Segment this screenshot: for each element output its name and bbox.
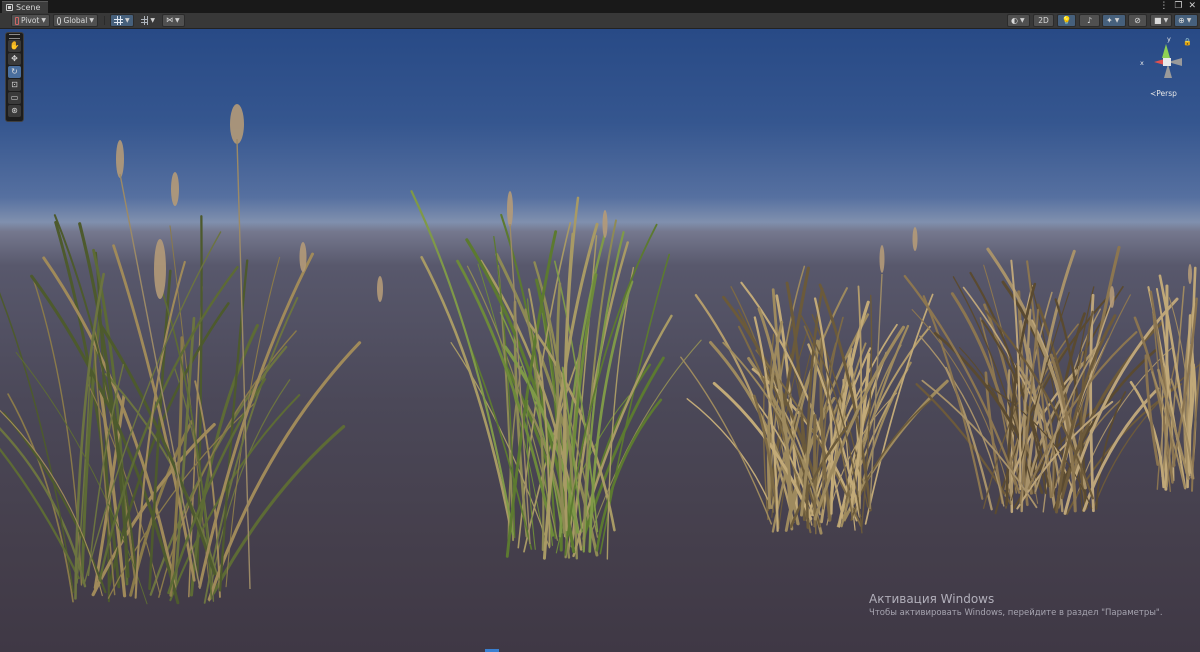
chevron-down-icon: ▼ [89,17,94,24]
window-actions: ⋮ ❐ ✕ [1159,1,1196,12]
move-tool-icon[interactable]: ✥ [8,53,21,65]
chevron-down-icon: ▼ [41,17,46,24]
rect-tool-icon[interactable]: ▭ [8,92,21,104]
close-icon[interactable]: ✕ [1188,1,1196,12]
increment-snap-icon: ⋈ [166,16,173,24]
chevron-down-icon: ▼ [1186,17,1192,24]
chevron-down-icon: ▼ [175,17,180,24]
lock-icon[interactable]: 🔒 [1183,38,1192,46]
scene-icon [6,4,13,11]
scene-toolbar: Pivot ▼ Global ▼ ▼ ▼ ⋈ ▼ ◐ ▼ 2D 💡 ♪ ✦ ▼ … [0,13,1200,29]
eye-slash-icon: ⊘ [1134,16,1141,25]
hand-tool-icon[interactable]: ✋ [8,40,21,52]
chevron-down-icon: ▼ [1114,17,1120,24]
rotate-tool-icon[interactable]: ↻ [8,66,21,78]
hidden-objects-toggle[interactable]: ⊘ [1128,14,1147,27]
gizmos-dropdown[interactable]: ⊕ ▼ [1174,14,1198,27]
draw-mode-dropdown[interactable]: ◐ ▼ [1007,14,1030,27]
global-dropdown[interactable]: Global ▼ [53,14,98,27]
transform-tool-icon[interactable]: ⊛ [8,105,21,117]
grid-visibility-button[interactable]: ▼ [110,14,134,27]
global-label: Global [63,16,88,25]
projection-toggle[interactable]: ≺Persp [1150,89,1177,98]
tab-bar: Scene ⋮ ❐ ✕ [0,0,1200,13]
y-axis-label: y [1167,35,1171,43]
activation-watermark-title: Активация Windows [869,592,995,606]
scale-tool-icon[interactable]: ⊡ [8,79,21,91]
tab-scene[interactable]: Scene [2,1,49,13]
lightbulb-icon: 💡 [1061,16,1072,25]
more-options-icon[interactable]: ⋮ [1159,1,1168,12]
scene-viewport[interactable]: ✋ ✥ ↻ ⊡ ▭ ⊛ y x 🔒 ≺Persp Активация Windo… [0,29,1200,652]
pivot-dropdown[interactable]: Pivot ▼ [11,14,50,27]
gizmos-icon: ⊕ [1178,16,1185,25]
2d-label: 2D [1038,16,1049,25]
toolbar-divider [104,16,105,25]
chevron-down-icon: ▼ [125,17,130,24]
x-axis-label: x [1140,59,1144,67]
effects-icon: ✦ [1106,16,1113,25]
pivot-label: Pivot [20,16,40,25]
camera-dropdown[interactable]: ■ ▼ [1150,14,1172,27]
snap-grid-icon [141,16,149,25]
grid-snapping-button[interactable]: ▼ [137,14,159,27]
pivot-icon [15,16,19,25]
audio-icon: ♪ [1086,16,1093,25]
2d-toggle[interactable]: 2D [1033,14,1054,27]
grid-icon [114,16,123,25]
maximize-icon[interactable]: ❐ [1174,1,1182,12]
shading-mode-icon: ◐ [1011,16,1018,25]
camera-icon: ■ [1154,16,1162,25]
chevron-down-icon: ▼ [150,17,155,24]
activation-watermark-subtitle: Чтобы активировать Windows, перейдите в … [869,608,1163,618]
palette-grip[interactable] [9,34,20,39]
tool-palette: ✋ ✥ ↻ ⊡ ▭ ⊛ [5,32,24,122]
chevron-down-icon: ▼ [1019,17,1025,24]
effects-dropdown[interactable]: ✦ ▼ [1102,14,1126,27]
chevron-down-icon: ▼ [1163,17,1169,24]
increment-snap-button[interactable]: ⋈ ▼ [162,14,185,27]
projection-label: Persp [1156,89,1177,98]
grass-render [0,104,1200,605]
tab-scene-label: Scene [16,3,41,12]
lighting-toggle[interactable]: 💡 [1057,14,1076,27]
globe-icon [57,16,62,25]
audio-toggle[interactable]: ♪ [1079,14,1100,27]
